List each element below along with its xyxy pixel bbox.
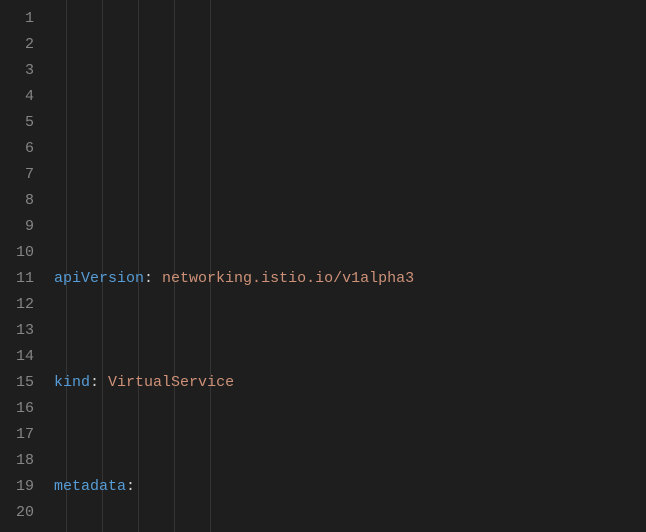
line-number: 5	[0, 110, 34, 136]
yaml-key: metadata	[54, 478, 126, 495]
line-number: 14	[0, 344, 34, 370]
yaml-value: VirtualService	[108, 374, 234, 391]
code-line[interactable]: apiVersion: networking.istio.io/v1alpha3	[54, 266, 646, 292]
line-number: 13	[0, 318, 34, 344]
code-line[interactable]: metadata:	[54, 474, 646, 500]
line-number: 11	[0, 266, 34, 292]
code-area[interactable]: apiVersion: networking.istio.io/v1alpha3…	[48, 0, 646, 532]
line-number: 18	[0, 448, 34, 474]
line-number: 17	[0, 422, 34, 448]
line-number: 7	[0, 162, 34, 188]
code-line[interactable]: kind: VirtualService	[54, 370, 646, 396]
code-editor[interactable]: 1 2 3 4 5 6 7 8 9 10 11 12 13 14 15 16 1…	[0, 0, 646, 532]
line-number: 2	[0, 32, 34, 58]
line-number: 12	[0, 292, 34, 318]
line-number: 8	[0, 188, 34, 214]
yaml-value: networking.istio.io/v1alpha3	[162, 270, 414, 287]
line-number: 9	[0, 214, 34, 240]
line-number: 4	[0, 84, 34, 110]
line-number: 19	[0, 474, 34, 500]
line-number: 10	[0, 240, 34, 266]
line-number-gutter: 1 2 3 4 5 6 7 8 9 10 11 12 13 14 15 16 1…	[0, 0, 48, 532]
line-number: 16	[0, 396, 34, 422]
colon: :	[90, 374, 99, 391]
line-number: 6	[0, 136, 34, 162]
line-number: 15	[0, 370, 34, 396]
yaml-key: apiVersion	[54, 270, 144, 287]
yaml-key: kind	[54, 374, 90, 391]
line-number: 3	[0, 58, 34, 84]
line-number: 1	[0, 6, 34, 32]
colon: :	[126, 478, 135, 495]
line-number: 20	[0, 500, 34, 526]
colon: :	[144, 270, 153, 287]
